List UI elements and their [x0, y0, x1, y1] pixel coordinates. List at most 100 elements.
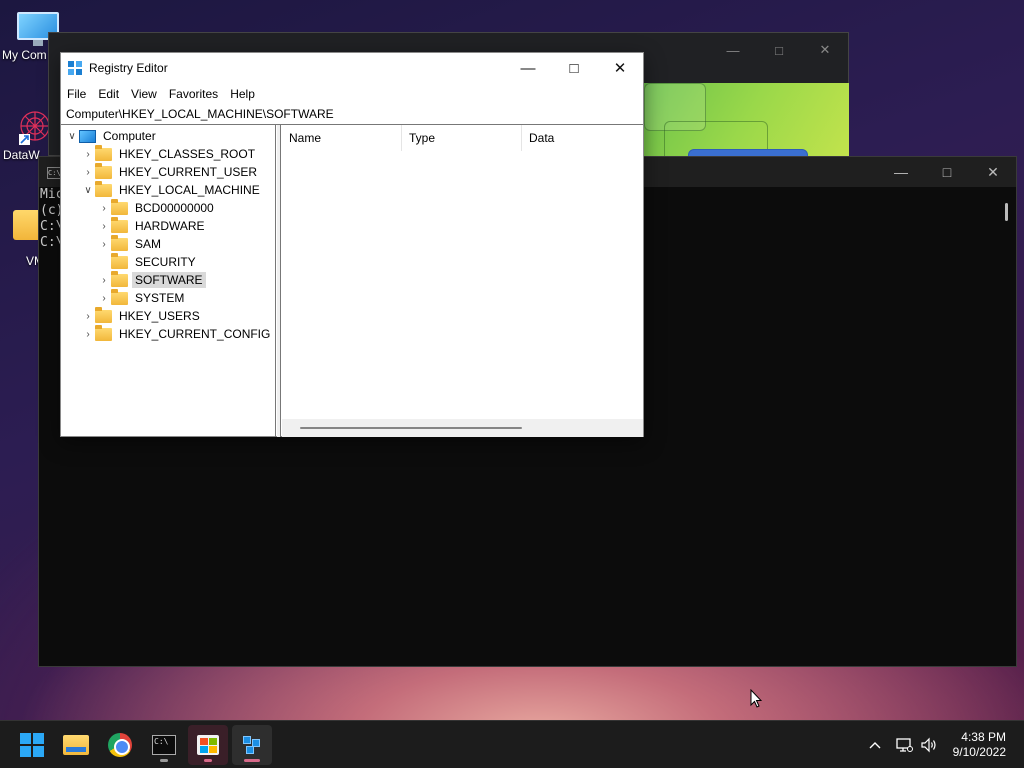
volume-button[interactable]: [918, 721, 940, 768]
horizontal-scrollbar[interactable]: [282, 419, 643, 437]
column-header-name[interactable]: Name: [282, 125, 402, 151]
pane-splitter[interactable]: [277, 125, 281, 437]
tree-item-hkey-current-user[interactable]: › HKEY_CURRENT_USER: [81, 162, 260, 181]
tree-item-software[interactable]: › SOFTWARE: [97, 270, 206, 289]
tree-item-label: HKEY_CURRENT_CONFIG: [119, 327, 271, 341]
close-icon[interactable]: ✕: [802, 33, 848, 67]
tree-item-label: SECURITY: [135, 255, 196, 269]
tree-item-bcd00000000[interactable]: › BCD00000000: [97, 198, 217, 217]
folder-icon: [95, 306, 112, 323]
taskbar: C:\ 4:38 PM 9/10/2022: [0, 720, 1024, 768]
menu-view[interactable]: View: [125, 84, 163, 104]
maximize-button[interactable]: □: [551, 53, 597, 83]
show-hidden-icons-button[interactable]: [864, 721, 886, 768]
tree-item-security[interactable]: SECURITY: [97, 252, 199, 271]
scrollbar-thumb[interactable]: [300, 427, 522, 429]
speaker-icon: [921, 737, 936, 753]
close-icon[interactable]: ✕: [970, 157, 1016, 187]
maximize-icon[interactable]: □: [756, 33, 802, 67]
close-button[interactable]: ✕: [597, 53, 643, 83]
tree-item-label: BCD00000000: [135, 201, 214, 215]
folder-icon: [111, 252, 128, 269]
tree-item-label: HKEY_CLASSES_ROOT: [119, 147, 256, 161]
running-indicator: [160, 759, 168, 762]
menu-favorites[interactable]: Favorites: [163, 84, 224, 104]
windows-logo-icon: [20, 733, 44, 757]
registry-editor-button[interactable]: [232, 725, 272, 765]
chevron-down-icon[interactable]: ∨: [81, 181, 95, 199]
column-header-type[interactable]: Type: [402, 125, 522, 151]
address-bar[interactable]: Computer\HKEY_LOCAL_MACHINE\SOFTWARE: [61, 105, 643, 125]
regedit-titlebar[interactable]: Registry Editor — □ ✕: [61, 53, 643, 83]
tree-item-hkey-classes-root[interactable]: › HKEY_CLASSES_ROOT: [81, 144, 258, 163]
chevron-right-icon[interactable]: ›: [97, 217, 111, 235]
menu-help[interactable]: Help: [224, 84, 261, 104]
folder-icon: [111, 288, 128, 305]
registry-editor-window[interactable]: Registry Editor — □ ✕ File Edit View Fav…: [60, 52, 644, 437]
dataw-app-icon: [13, 106, 53, 146]
menu-file[interactable]: File: [61, 84, 92, 104]
microsoft-store-button[interactable]: [188, 725, 228, 765]
minimize-icon[interactable]: —: [878, 157, 924, 187]
chevron-right-icon[interactable]: ›: [81, 307, 95, 325]
chevron-right-icon[interactable]: ›: [81, 163, 95, 181]
chrome-button[interactable]: [100, 725, 140, 765]
chevron-right-icon[interactable]: ›: [97, 199, 111, 217]
registry-tree[interactable]: ∨ Computer › HKEY_CLASSES_ROOT › HKEY_CU…: [61, 125, 276, 437]
tree-item-sam[interactable]: › SAM: [97, 234, 164, 253]
terminal-scrollbar[interactable]: [1005, 203, 1008, 221]
folder-icon: [111, 270, 128, 287]
chevron-down-icon[interactable]: ∨: [65, 127, 79, 145]
chevron-right-icon[interactable]: ›: [81, 325, 95, 343]
tree-item-label: HKEY_CURRENT_USER: [119, 165, 258, 179]
chevron-right-icon[interactable]: ›: [97, 289, 111, 307]
store-icon: [197, 735, 219, 755]
minimize-icon[interactable]: —: [710, 33, 756, 67]
network-button[interactable]: [892, 721, 916, 768]
clock[interactable]: 4:38 PM 9/10/2022: [953, 730, 1006, 760]
folder-icon: [111, 234, 128, 251]
menu-edit[interactable]: Edit: [92, 84, 125, 104]
tree-item-label: SYSTEM: [135, 291, 185, 305]
computer-icon: [79, 129, 96, 143]
regedit-icon: [68, 61, 83, 76]
folder-icon: [95, 180, 112, 197]
folder-icon: [111, 198, 128, 215]
clock-time: 4:38 PM: [961, 730, 1006, 744]
values-list[interactable]: Name Type Data: [282, 125, 643, 437]
tree-item-hkey-local-machine[interactable]: ∨ HKEY_LOCAL_MACHINE: [81, 180, 263, 199]
minimize-button[interactable]: —: [505, 53, 551, 83]
tree-item-label-selected: SOFTWARE: [132, 272, 206, 288]
command-prompt-button[interactable]: C:\: [144, 725, 184, 765]
terminal-window-controls: — □ ✕: [878, 157, 1016, 187]
browser-window-controls: — □ ✕: [710, 33, 848, 67]
active-indicator: [244, 759, 260, 762]
chevron-up-icon: [869, 742, 881, 749]
chevron-right-icon[interactable]: ›: [97, 235, 111, 253]
folder-icon: [95, 144, 112, 161]
tree-item-label: HARDWARE: [135, 219, 205, 233]
menu-bar: File Edit View Favorites Help: [61, 84, 261, 104]
file-explorer-button[interactable]: [56, 725, 96, 765]
chrome-icon: [108, 733, 132, 757]
tree-item-system[interactable]: › SYSTEM: [97, 288, 187, 307]
tree-item-label: SAM: [135, 237, 162, 251]
maximize-icon[interactable]: □: [924, 157, 970, 187]
terminal-icon: C:\: [47, 167, 61, 179]
folder-icon: [95, 324, 112, 341]
tree-item-computer[interactable]: ∨ Computer: [65, 127, 159, 145]
folder-icon: [95, 162, 112, 179]
maximize-icon: □: [569, 59, 579, 77]
tree-item-label: HKEY_LOCAL_MACHINE: [119, 183, 260, 197]
chevron-right-icon[interactable]: ›: [97, 271, 111, 289]
start-button[interactable]: [12, 725, 52, 765]
mouse-cursor-icon: [750, 689, 762, 708]
chevron-right-icon[interactable]: ›: [81, 145, 95, 163]
column-header-data[interactable]: Data: [522, 125, 643, 151]
folder-icon: [63, 735, 89, 755]
tree-item-hkey-users[interactable]: › HKEY_USERS: [81, 306, 203, 325]
tree-item-label: Computer: [103, 129, 156, 143]
tree-item-hardware[interactable]: › HARDWARE: [97, 216, 208, 235]
tree-item-hkey-current-config[interactable]: › HKEY_CURRENT_CONFIG: [81, 324, 273, 343]
